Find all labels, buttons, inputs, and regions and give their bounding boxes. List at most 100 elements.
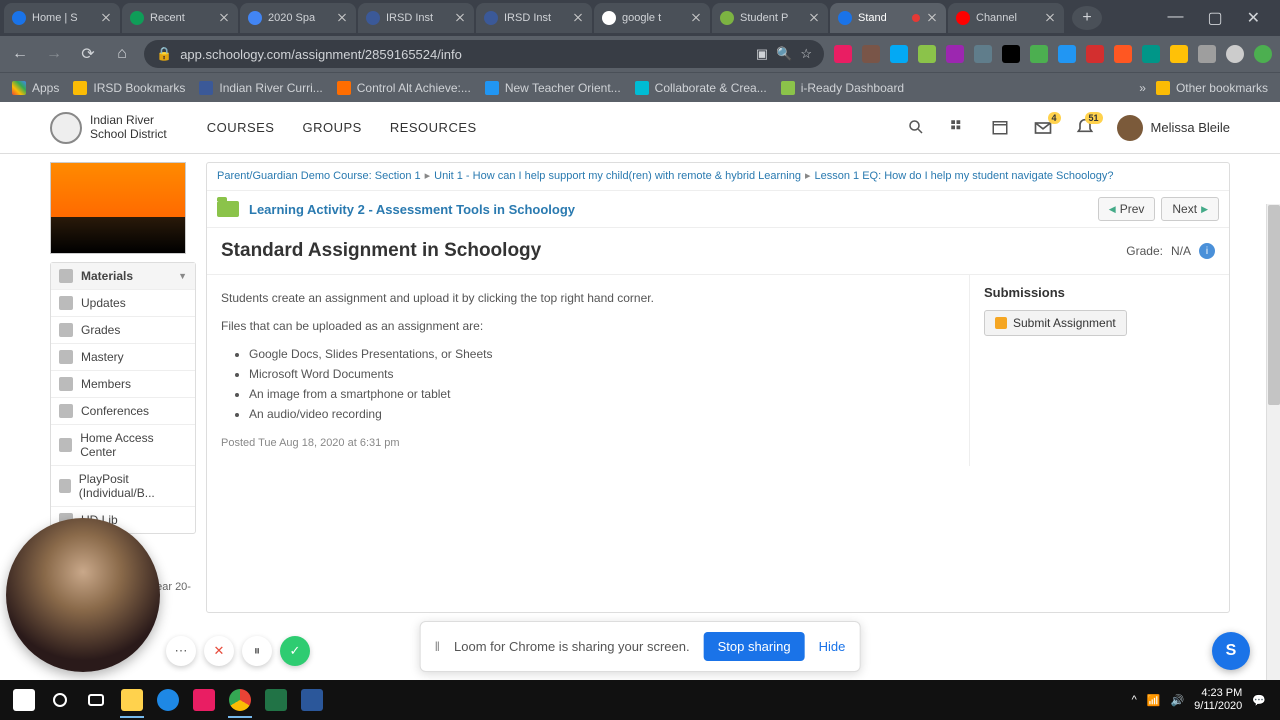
scrollbar[interactable] bbox=[1266, 204, 1280, 720]
nav-groups[interactable]: GROUPS bbox=[302, 120, 361, 135]
notifications-icon[interactable]: 💬 bbox=[1252, 694, 1266, 707]
close-icon[interactable] bbox=[454, 12, 466, 24]
crumb-link[interactable]: Lesson 1 EQ: How do I help my student na… bbox=[815, 170, 1114, 182]
profile-icon[interactable] bbox=[1226, 45, 1244, 63]
crumb-link[interactable]: Unit 1 - How can I help support my child… bbox=[434, 170, 801, 182]
clock[interactable]: 4:23 PM9/11/2020 bbox=[1194, 687, 1242, 713]
start-button[interactable] bbox=[6, 682, 42, 718]
new-tab-button[interactable]: + bbox=[1072, 6, 1102, 30]
home-icon[interactable]: ⌂ bbox=[110, 42, 134, 66]
prev-button[interactable]: ◀Prev bbox=[1098, 197, 1156, 221]
browser-tab-active[interactable]: Stand bbox=[830, 3, 946, 33]
close-icon[interactable] bbox=[572, 12, 584, 24]
sidebar-item-hac[interactable]: Home Access Center bbox=[51, 425, 195, 466]
close-icon[interactable] bbox=[218, 12, 230, 24]
star-icon[interactable]: ☆ bbox=[800, 46, 812, 62]
ie-button[interactable] bbox=[150, 682, 186, 718]
snip-button[interactable] bbox=[186, 682, 222, 718]
extension-icon[interactable] bbox=[1114, 45, 1132, 63]
back-icon[interactable]: ← bbox=[8, 42, 32, 66]
browser-tab[interactable]: 2020 Spa bbox=[240, 3, 356, 33]
close-icon[interactable] bbox=[1044, 12, 1056, 24]
extension-icon[interactable] bbox=[1170, 45, 1188, 63]
zoom-icon[interactable]: 🔍 bbox=[776, 46, 792, 62]
maximize-icon[interactable]: ▢ bbox=[1207, 8, 1222, 28]
extension-icon[interactable] bbox=[1254, 45, 1272, 63]
close-icon[interactable] bbox=[336, 12, 348, 24]
overflow-icon[interactable]: » bbox=[1139, 81, 1146, 95]
bookmark[interactable]: Indian River Curri... bbox=[199, 81, 322, 95]
extension-icon[interactable] bbox=[1058, 45, 1076, 63]
bookmark[interactable]: New Teacher Orient... bbox=[485, 81, 621, 95]
bookmark[interactable]: i-Ready Dashboard bbox=[781, 81, 904, 95]
reload-icon[interactable]: ⟳ bbox=[76, 42, 100, 66]
tray-chevron-icon[interactable]: ^ bbox=[1132, 694, 1137, 706]
sidebar-item-materials[interactable]: Materials▼ bbox=[51, 263, 195, 290]
extension-icon[interactable] bbox=[1030, 45, 1048, 63]
browser-tab[interactable]: google t bbox=[594, 3, 710, 33]
webcam-bubble[interactable] bbox=[6, 518, 160, 672]
hide-share-button[interactable]: Hide bbox=[819, 639, 846, 654]
loom-cancel-button[interactable]: ✕ bbox=[204, 636, 234, 666]
close-icon[interactable] bbox=[100, 12, 112, 24]
crumb-link[interactable]: Parent/Guardian Demo Course: Section 1 bbox=[217, 170, 421, 182]
close-window-icon[interactable]: ✕ bbox=[1247, 8, 1260, 28]
loom-pause-button[interactable]: ⏸ bbox=[242, 636, 272, 666]
nav-resources[interactable]: RESOURCES bbox=[390, 120, 477, 135]
search-button[interactable] bbox=[42, 682, 78, 718]
file-explorer-button[interactable] bbox=[114, 682, 150, 718]
brand-logo[interactable]: Indian RiverSchool District bbox=[50, 112, 167, 144]
extension-icon[interactable] bbox=[1142, 45, 1160, 63]
apps-grid-icon[interactable] bbox=[949, 118, 969, 138]
user-menu[interactable]: Melissa Bleile bbox=[1117, 115, 1230, 141]
omnibox[interactable]: 🔒 app.schoology.com/assignment/285916552… bbox=[144, 40, 824, 68]
extension-icon[interactable] bbox=[1002, 45, 1020, 63]
floating-action-button[interactable]: S bbox=[1212, 632, 1250, 670]
extension-icon[interactable] bbox=[834, 45, 852, 63]
minimize-icon[interactable]: — bbox=[1167, 8, 1183, 28]
submit-assignment-button[interactable]: Submit Assignment bbox=[984, 310, 1127, 336]
browser-tab[interactable]: Channel bbox=[948, 3, 1064, 33]
nav-courses[interactable]: COURSES bbox=[207, 120, 275, 135]
bookmark[interactable]: IRSD Bookmarks bbox=[73, 81, 185, 95]
other-bookmarks[interactable]: Other bookmarks bbox=[1156, 81, 1268, 95]
mail-icon[interactable]: 4 bbox=[1033, 118, 1053, 138]
close-icon[interactable] bbox=[808, 12, 820, 24]
extension-icon[interactable] bbox=[918, 45, 936, 63]
task-view-button[interactable] bbox=[78, 682, 114, 718]
bookmark[interactable]: Collaborate & Crea... bbox=[635, 81, 767, 95]
sidebar-item-playposit[interactable]: PlayPosit (Individual/B... bbox=[51, 466, 195, 507]
extension-icon[interactable] bbox=[974, 45, 992, 63]
extension-icon[interactable] bbox=[1086, 45, 1104, 63]
browser-tab[interactable]: IRSD Inst bbox=[358, 3, 474, 33]
scroll-thumb[interactable] bbox=[1268, 205, 1280, 405]
extension-icon[interactable] bbox=[890, 45, 908, 63]
stop-sharing-button[interactable]: Stop sharing bbox=[704, 632, 805, 661]
sidebar-item-grades[interactable]: Grades bbox=[51, 317, 195, 344]
next-button[interactable]: Next▶ bbox=[1161, 197, 1219, 221]
extension-icon[interactable] bbox=[862, 45, 880, 63]
extension-icon[interactable] bbox=[946, 45, 964, 63]
folder-link[interactable]: Learning Activity 2 - Assessment Tools i… bbox=[249, 202, 575, 217]
word-button[interactable] bbox=[294, 682, 330, 718]
forward-icon[interactable]: → bbox=[42, 42, 66, 66]
browser-tab[interactable]: Home | S bbox=[4, 3, 120, 33]
browser-tab[interactable]: Recent bbox=[122, 3, 238, 33]
bookmark[interactable]: Control Alt Achieve:... bbox=[337, 81, 471, 95]
close-icon[interactable] bbox=[690, 12, 702, 24]
excel-button[interactable] bbox=[258, 682, 294, 718]
sidebar-item-conferences[interactable]: Conferences bbox=[51, 398, 195, 425]
info-icon[interactable]: i bbox=[1199, 243, 1215, 259]
loom-done-button[interactable]: ✓ bbox=[280, 636, 310, 666]
loom-more-button[interactable]: ⋯ bbox=[166, 636, 196, 666]
sidebar-item-updates[interactable]: Updates bbox=[51, 290, 195, 317]
extension-icon[interactable] bbox=[1198, 45, 1216, 63]
browser-tab[interactable]: IRSD Inst bbox=[476, 3, 592, 33]
camera-icon[interactable]: ▣ bbox=[756, 46, 768, 62]
sidebar-item-mastery[interactable]: Mastery bbox=[51, 344, 195, 371]
course-image[interactable] bbox=[50, 162, 186, 254]
search-icon[interactable] bbox=[907, 118, 927, 138]
bookmark-apps[interactable]: Apps bbox=[12, 81, 59, 95]
sidebar-item-members[interactable]: Members bbox=[51, 371, 195, 398]
chrome-button[interactable] bbox=[222, 682, 258, 718]
